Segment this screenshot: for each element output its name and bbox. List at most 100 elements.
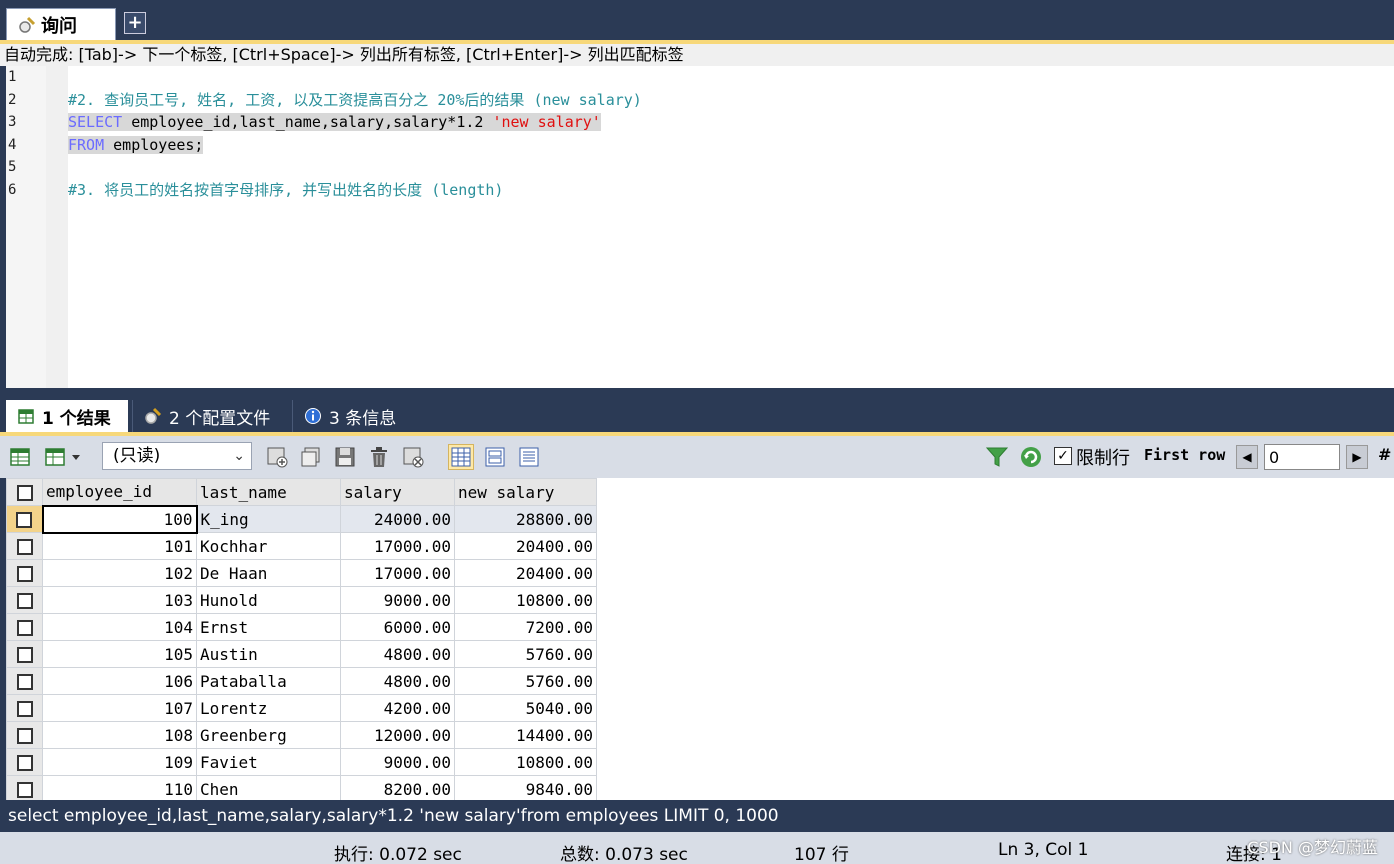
cell-new-salary[interactable]: 10800.00 — [454, 748, 597, 776]
row-checkbox[interactable] — [6, 505, 43, 533]
cell-salary[interactable]: 8200.00 — [340, 775, 455, 803]
cell-employee-id[interactable]: 106 — [42, 667, 197, 695]
cell-new-salary[interactable]: 5040.00 — [454, 694, 597, 722]
table-row[interactable]: 110 Chen 8200.00 9840.00 — [6, 775, 597, 803]
checkbox-icon — [16, 782, 33, 798]
row-checkbox[interactable] — [6, 748, 43, 776]
code-area[interactable]: #2. 查询员工号, 姓名, 工资, 以及工资提高百分之 20%后的结果 (ne… — [68, 66, 1394, 388]
next-page-button[interactable]: ▶ — [1346, 445, 1368, 469]
cell-salary[interactable]: 9000.00 — [340, 748, 455, 776]
table-row[interactable]: 109 Faviet 9000.00 10800.00 — [6, 748, 597, 776]
row-checkbox[interactable] — [6, 694, 43, 722]
cell-salary[interactable]: 17000.00 — [340, 559, 455, 587]
add-row-icon[interactable] — [264, 444, 290, 470]
cell-last-name[interactable]: Greenberg — [196, 721, 341, 749]
add-tab-button[interactable]: + — [124, 12, 146, 34]
cell-last-name[interactable]: Faviet — [196, 748, 341, 776]
cell-salary[interactable]: 9000.00 — [340, 586, 455, 614]
prev-page-button[interactable]: ◀ — [1236, 445, 1258, 469]
cell-new-salary[interactable]: 5760.00 — [454, 667, 597, 695]
trash-icon[interactable] — [366, 444, 392, 470]
cell-last-name[interactable]: Ernst — [196, 613, 341, 641]
cell-employee-id[interactable]: 101 — [42, 532, 197, 560]
cell-new-salary[interactable]: 20400.00 — [454, 559, 597, 587]
cell-employee-id[interactable]: 108 — [42, 721, 197, 749]
cell-last-name[interactable]: Chen — [196, 775, 341, 803]
column-header-employee-id[interactable]: employee_id — [42, 478, 197, 506]
row-checkbox[interactable] — [6, 532, 43, 560]
splitter[interactable] — [0, 388, 1394, 398]
cell-last-name[interactable]: De Haan — [196, 559, 341, 587]
cell-new-salary[interactable]: 14400.00 — [454, 721, 597, 749]
grid-view-dropdown-icon[interactable] — [42, 444, 86, 470]
select-all-checkbox[interactable] — [6, 478, 43, 506]
table-row[interactable]: 104 Ernst 6000.00 7200.00 — [6, 613, 597, 641]
cell-salary[interactable]: 4800.00 — [340, 640, 455, 668]
table-row[interactable]: 108 Greenberg 12000.00 14400.00 — [6, 721, 597, 749]
first-row-input[interactable] — [1264, 444, 1340, 470]
column-header-salary[interactable]: salary — [340, 478, 455, 506]
cell-salary[interactable]: 4800.00 — [340, 667, 455, 695]
cell-employee-id[interactable]: 100 — [41, 504, 198, 534]
readonly-select[interactable]: (只读) ⌄ — [102, 442, 252, 470]
duplicate-row-icon[interactable] — [298, 444, 324, 470]
cell-new-salary[interactable]: 7200.00 — [454, 613, 597, 641]
row-checkbox[interactable] — [6, 559, 43, 587]
column-header-last-name[interactable]: last_name — [196, 478, 341, 506]
checkbox-icon — [16, 647, 33, 663]
cell-salary[interactable]: 17000.00 — [340, 532, 455, 560]
refresh-icon[interactable] — [1018, 444, 1044, 470]
cell-salary[interactable]: 24000.00 — [340, 505, 455, 533]
discard-changes-icon[interactable] — [400, 444, 426, 470]
row-checkbox[interactable] — [6, 586, 43, 614]
cell-salary[interactable]: 4200.00 — [340, 694, 455, 722]
cell-salary[interactable]: 6000.00 — [340, 613, 455, 641]
grid-mode-icon[interactable] — [448, 444, 474, 470]
cell-new-salary[interactable]: 10800.00 — [454, 586, 597, 614]
cell-new-salary[interactable]: 5760.00 — [454, 640, 597, 668]
tab-query[interactable]: 询问 — [6, 8, 116, 40]
cell-new-salary[interactable]: 28800.00 — [454, 505, 597, 533]
cell-employee-id[interactable]: 104 — [42, 613, 197, 641]
cell-last-name[interactable]: Austin — [196, 640, 341, 668]
cell-employee-id[interactable]: 102 — [42, 559, 197, 587]
cell-last-name[interactable]: Pataballa — [196, 667, 341, 695]
filter-icon[interactable] — [984, 444, 1010, 470]
table-row[interactable]: 105 Austin 4800.00 5760.00 — [6, 640, 597, 668]
tab-profile[interactable]: 2 个配置文件 — [132, 400, 288, 432]
cell-salary[interactable]: 12000.00 — [340, 721, 455, 749]
table-row[interactable]: 101 Kochhar 17000.00 20400.00 — [6, 532, 597, 560]
form-mode-icon[interactable] — [482, 444, 508, 470]
tab-result[interactable]: 1 个结果 — [6, 400, 128, 432]
table-row[interactable]: 102 De Haan 17000.00 20400.00 — [6, 559, 597, 587]
cell-employee-id[interactable]: 105 — [42, 640, 197, 668]
cell-last-name[interactable]: Hunold — [196, 586, 341, 614]
fold-margin[interactable] — [46, 66, 68, 388]
cell-new-salary[interactable]: 9840.00 — [454, 775, 597, 803]
cell-new-salary[interactable]: 20400.00 — [454, 532, 597, 560]
save-icon[interactable] — [332, 444, 358, 470]
row-checkbox[interactable] — [6, 775, 43, 803]
row-checkbox[interactable] — [6, 613, 43, 641]
tab-info[interactable]: 3 条信息 — [292, 400, 412, 432]
row-checkbox[interactable] — [6, 667, 43, 695]
cell-last-name[interactable]: K_ing — [196, 505, 341, 533]
limit-rows-checkbox[interactable]: ✓ — [1054, 447, 1072, 465]
row-checkbox[interactable] — [6, 721, 43, 749]
table-row[interactable]: 100 K_ing 24000.00 28800.00 — [6, 504, 597, 534]
cell-employee-id[interactable]: 109 — [42, 748, 197, 776]
cell-employee-id[interactable]: 107 — [42, 694, 197, 722]
text-mode-icon[interactable] — [516, 444, 542, 470]
cell-employee-id[interactable]: 110 — [42, 775, 197, 803]
cell-last-name[interactable]: Kochhar — [196, 532, 341, 560]
table-row[interactable]: 106 Pataballa 4800.00 5760.00 — [6, 667, 597, 695]
line-number: 4 — [8, 136, 17, 153]
column-header-new-salary[interactable]: new salary — [454, 478, 597, 506]
cell-last-name[interactable]: Lorentz — [196, 694, 341, 722]
table-row[interactable]: 103 Hunold 9000.00 10800.00 — [6, 586, 597, 614]
export-icon[interactable] — [8, 444, 34, 470]
table-row[interactable]: 107 Lorentz 4200.00 5040.00 — [6, 694, 597, 722]
row-checkbox[interactable] — [6, 640, 43, 668]
sql-editor[interactable]: 1 2 3 4 5 6 #2. 查询员工号, 姓名, 工资, 以及工资提高百分之… — [0, 66, 1394, 388]
cell-employee-id[interactable]: 103 — [42, 586, 197, 614]
